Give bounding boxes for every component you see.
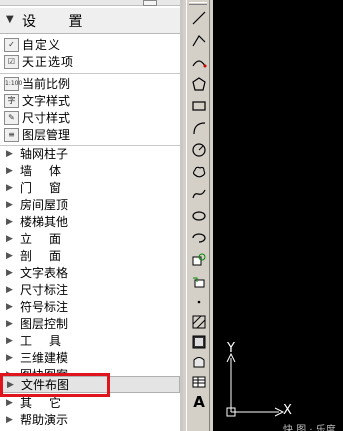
expand-arrow-icon: ▶	[6, 268, 13, 278]
ucs-icon	[226, 352, 285, 417]
panel-close-button[interactable]	[143, 0, 157, 6]
menu-item-layer-manager[interactable]: ≡ 图层管理	[0, 127, 180, 144]
menu-item-custom[interactable]: ✓ 自定义	[0, 37, 180, 54]
panel-scrollbar[interactable]	[180, 0, 183, 431]
menu-category-label: 门窗	[20, 181, 79, 195]
make-block-icon[interactable]	[189, 272, 209, 292]
layer-icon: ≡	[4, 128, 19, 142]
menu-item-label: 天正选项	[22, 55, 75, 69]
menu-category[interactable]: ▶ 尺寸标注	[0, 282, 180, 299]
menu-category-label: 墙体	[20, 164, 79, 178]
region-icon[interactable]	[189, 352, 209, 372]
arc-icon[interactable]	[189, 118, 209, 138]
menu-category[interactable]: ▶ 立面	[0, 231, 180, 248]
menu-category-label: 帮助演示	[20, 413, 69, 427]
menu-item-label: 当前比例	[22, 77, 71, 91]
ellipse-arc-icon[interactable]	[189, 228, 209, 248]
menu-category-label: 文字表格	[20, 266, 69, 280]
menu-category[interactable]: ▶ 剖面	[0, 248, 180, 265]
mtext-glyph: A	[193, 393, 205, 411]
ellipse-icon[interactable]	[189, 206, 209, 226]
mtext-icon[interactable]: A	[189, 392, 209, 412]
drawing-canvas[interactable]: Y X 快 图 · 乐度	[213, 0, 343, 431]
menu-category[interactable]: ▶ 帮助演示	[0, 412, 180, 429]
toolbar-grip[interactable]	[189, 2, 207, 5]
menu-category[interactable]: ▶ 三维建模	[0, 350, 180, 367]
red-highlight-box	[0, 373, 110, 397]
menu-item-options[interactable]: ☑ 天正选项	[0, 54, 180, 71]
menu-category[interactable]: ▶ 符号标注	[0, 299, 180, 316]
menu-category-label: 楼梯其他	[20, 215, 69, 229]
custom-icon: ✓	[4, 38, 19, 52]
expand-arrow-icon: ▶	[6, 319, 13, 329]
panel-grip[interactable]	[0, 0, 183, 6]
menu-header-title: 设 置	[22, 14, 97, 30]
table-icon[interactable]	[189, 372, 209, 392]
gradient-icon[interactable]	[189, 332, 209, 352]
dim-style-icon: ✎	[4, 111, 19, 125]
scale-icon: 1:100	[4, 77, 22, 91]
menu-item-text-style[interactable]: 字 文字样式	[0, 93, 180, 110]
watermark-text: 快 图 · 乐度	[283, 425, 336, 431]
menu-category-label: 尺寸标注	[20, 283, 69, 297]
menu-category-label: 三维建模	[20, 351, 69, 365]
menu-category[interactable]: ▶ 其它	[0, 395, 180, 412]
expand-arrow-icon: ▶	[6, 251, 13, 261]
menu-header-settings[interactable]: ▼ 设 置	[0, 8, 180, 34]
menu-category[interactable]: ▶ 门窗	[0, 180, 180, 197]
expand-arrow-icon: ▶	[6, 149, 13, 159]
revision-cloud-icon[interactable]	[189, 162, 209, 182]
polyline-icon[interactable]	[189, 30, 209, 50]
menu-category-label: 图层控制	[20, 317, 69, 331]
circle-icon[interactable]	[189, 140, 209, 160]
rectangle-icon[interactable]	[189, 96, 209, 116]
menu-item-label: 文字样式	[22, 94, 71, 108]
menu-category-label: 剖面	[20, 249, 79, 263]
menu-item-current-scale[interactable]: 1:100 当前比例	[0, 76, 180, 93]
menu-category-label: 轴网柱子	[20, 147, 69, 161]
y-axis-label: Y	[227, 341, 235, 356]
tianzheng-menu-panel: ▼ 设 置 ✓ 自定义 ☑ 天正选项 1:100 当前比例 字 文字样式 ✎ 尺…	[0, 0, 183, 431]
menu-category-label: 立面	[20, 232, 79, 246]
expand-arrow-icon: ▶	[6, 398, 13, 408]
collapse-triangle-icon: ▼	[6, 14, 14, 25]
menu-category[interactable]: ▶ 图层控制	[0, 316, 180, 333]
menu-item-label: 图层管理	[22, 128, 71, 142]
expand-arrow-icon: ▶	[6, 234, 13, 244]
expand-arrow-icon: ▶	[6, 200, 13, 210]
expand-arrow-icon: ▶	[6, 302, 13, 312]
menu-category[interactable]: ▶ 楼梯其他	[0, 214, 180, 231]
menu-category[interactable]: ▶ 房间屋顶	[0, 197, 180, 214]
expand-arrow-icon: ▶	[6, 285, 13, 295]
x-axis-label: X	[283, 403, 292, 418]
hatch-icon[interactable]	[189, 312, 209, 332]
menu-category-label: 其它	[20, 396, 79, 410]
line-icon[interactable]	[189, 8, 209, 28]
expand-arrow-icon: ▶	[6, 353, 13, 363]
menu-category[interactable]: ▶ 轴网柱子	[0, 146, 180, 163]
menu-item-label: 自定义	[22, 38, 62, 52]
draw-toolbar: A	[186, 0, 210, 431]
expand-arrow-icon: ▶	[6, 415, 13, 425]
point-icon[interactable]	[189, 292, 209, 312]
expand-arrow-icon: ▶	[6, 217, 13, 227]
options-icon: ☑	[4, 55, 19, 69]
expand-arrow-icon: ▶	[6, 336, 13, 346]
menu-category[interactable]: ▶ 墙体	[0, 163, 180, 180]
text-style-icon: 字	[4, 94, 19, 108]
arc-path-icon[interactable]	[189, 52, 209, 72]
spline-icon[interactable]	[189, 184, 209, 204]
menu-category-label: 房间屋顶	[20, 198, 69, 212]
expand-arrow-icon: ▶	[6, 166, 13, 176]
expand-arrow-icon: ▶	[6, 183, 13, 193]
menu-category[interactable]: ▶ 文字表格	[0, 265, 180, 282]
polygon-icon[interactable]	[189, 74, 209, 94]
insert-block-icon[interactable]	[189, 250, 209, 270]
menu-item-label: 尺寸样式	[22, 111, 71, 125]
menu-item-dim-style[interactable]: ✎ 尺寸样式	[0, 110, 180, 127]
menu-category-label: 符号标注	[20, 300, 69, 314]
menu-category-label: 工具	[20, 334, 79, 348]
menu-category[interactable]: ▶ 工具	[0, 333, 180, 350]
menu-separator	[0, 73, 180, 75]
